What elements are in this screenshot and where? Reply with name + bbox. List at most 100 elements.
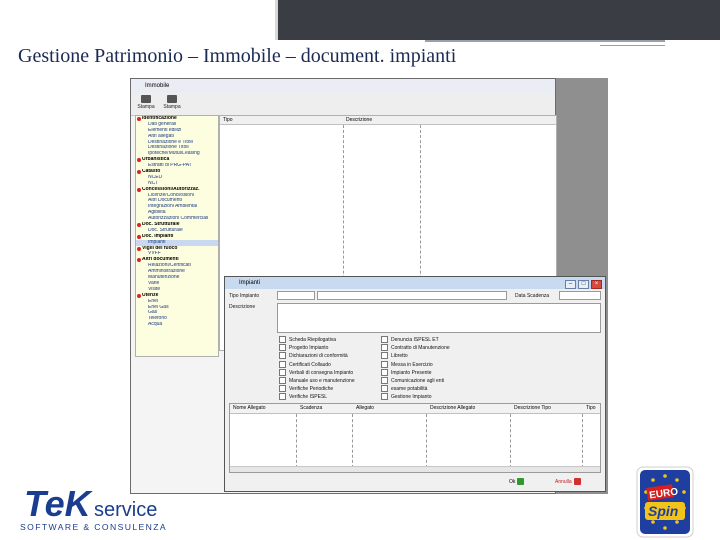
tree-node-icon	[137, 293, 141, 298]
descrizione-textarea[interactable]	[277, 303, 601, 333]
checkbox-option[interactable]: Gestione Impianto	[381, 393, 432, 401]
col-scadenza[interactable]: Scadenza	[300, 405, 322, 411]
checkbox-box[interactable]	[381, 393, 388, 401]
checkbox-option[interactable]: Messa in Esercizio	[381, 360, 433, 368]
data-scadenza-label: Data Scadenza	[515, 293, 550, 299]
checkbox-option[interactable]: Impianto Presente	[381, 368, 432, 376]
checkbox-option[interactable]: Libretto	[381, 352, 408, 360]
grid-header: Tipo Descrizione	[220, 116, 556, 125]
checkbox-label: Progetto Impianto	[289, 345, 329, 352]
checkbox-option[interactable]: Contratto di Manutenzione	[381, 344, 450, 352]
tree-item[interactable]: Acqua	[136, 322, 218, 328]
tree-item-label: Amministrazione	[148, 269, 185, 275]
checkbox-option[interactable]: Progetto Impianto	[279, 344, 329, 352]
tek-logo-mark: TeK	[24, 483, 94, 524]
checkbox-box[interactable]	[381, 360, 388, 368]
checkbox-label: Scheda Riepilogativa	[289, 336, 336, 343]
checkbox-label: Verifiche Periodiche	[289, 386, 334, 393]
print-button[interactable]: Stampa	[135, 95, 157, 113]
checkbox-option[interactable]: esame potabilità	[381, 385, 427, 393]
descrizione-label: Descrizione	[229, 304, 256, 310]
data-scadenza-input[interactable]	[559, 291, 601, 300]
tree-item-label: Telefono	[148, 316, 167, 322]
checkbox-option[interactable]: Verifiche ISPESL	[279, 393, 327, 401]
grid-col-tipo[interactable]: Tipo	[223, 116, 233, 124]
tipo-impianto-input[interactable]	[277, 291, 315, 300]
checkbox-box[interactable]	[279, 344, 286, 352]
table-horizontal-scrollbar[interactable]	[230, 466, 600, 472]
tree-item-label: Visite	[148, 286, 161, 292]
allegati-table-header: Nome Allegato Scadenza Allegato Descrizi…	[230, 404, 600, 414]
app-toolbar: Stampa Stampa	[131, 93, 555, 116]
checkbox-box[interactable]	[279, 377, 286, 384]
tree-item-label: NCT	[148, 180, 159, 186]
checkbox-label: Certificati Collaudo	[289, 361, 331, 368]
checkbox-box[interactable]	[381, 385, 388, 393]
checkbox-label: Impianto Presente	[391, 369, 432, 376]
tree-item-label: Altri allegati	[148, 133, 174, 139]
top-decoration-bar	[275, 0, 720, 40]
checkbox-option[interactable]: Scheda Riepilogativa	[279, 336, 336, 343]
checkbox-box[interactable]	[381, 344, 388, 352]
col-nome-allegato[interactable]: Nome Allegato	[233, 405, 266, 411]
tree-item-label: Altri documenti	[142, 257, 179, 263]
checkbox-box[interactable]	[279, 368, 286, 376]
tree-item-label: Concessioni/Autorizzaz.	[142, 186, 200, 192]
tree-item-label: Catasto	[142, 169, 161, 175]
checkbox-option[interactable]: Comunicazione agli enti	[381, 377, 444, 384]
tree-item-label: Ipoteche/Mutui/Leasing	[148, 151, 200, 157]
tek-logo-service: service	[94, 499, 157, 521]
checkbox-box[interactable]	[381, 368, 388, 376]
eurospin-logo: EURO Spin	[636, 466, 694, 538]
checkbox-option[interactable]: Verifiche Periodiche	[279, 385, 334, 393]
col-tipo[interactable]: Tipo	[586, 405, 596, 411]
tipo-impianto-label: Tipo Impianto	[229, 293, 260, 299]
checkbox-option[interactable]: Verbali di consegna Impianto	[279, 368, 353, 376]
checkbox-option[interactable]: Dichiarazioni di conformità	[279, 352, 348, 360]
tree-item-label: Doc. Strutturale	[148, 227, 183, 233]
printer-icon	[141, 95, 151, 103]
title-divider-line-2	[600, 45, 665, 46]
table-column-divider	[426, 414, 427, 468]
checkbox-box[interactable]	[381, 336, 388, 343]
col-allegato[interactable]: Allegato	[356, 405, 374, 411]
table-column-divider	[582, 414, 583, 468]
checkbox-option[interactable]: Certificati Collaudo	[279, 360, 331, 368]
maximize-button[interactable]: □	[578, 280, 589, 289]
tree-node-icon	[137, 258, 141, 263]
checkbox-box[interactable]	[279, 385, 286, 393]
minimize-button[interactable]: –	[565, 280, 576, 289]
checkbox-box[interactable]	[279, 336, 286, 343]
tree-item-label: NCEU	[148, 174, 163, 180]
navigation-tree[interactable]: Identificazione Dati generali Elementi edi…	[135, 115, 219, 357]
checkbox-option[interactable]: Manuale uso e manutenzione	[279, 377, 355, 384]
tree-node-icon	[137, 117, 141, 121]
tree-item-label: Vigili del fuoco	[142, 245, 178, 251]
grid-col-descrizione[interactable]: Descrizione	[346, 116, 372, 124]
checkbox-label: Denuncia ISPESL ET	[391, 336, 439, 343]
printer-icon	[167, 95, 177, 103]
tree-item-label: Agibilità	[148, 210, 166, 216]
col-descrizione-allegato[interactable]: Descrizione Allegato	[430, 405, 475, 411]
print-preview-button[interactable]: Stampa	[161, 95, 183, 113]
app-title: Immobile	[145, 83, 170, 89]
allegati-table[interactable]: Nome Allegato Scadenza Allegato Descrizi…	[229, 403, 601, 473]
ok-button[interactable]: Ok	[509, 477, 525, 487]
title-divider-line	[425, 40, 665, 42]
tree-item-label: Gas	[148, 310, 158, 316]
checkbox-option[interactable]: Denuncia ISPESL ET	[381, 336, 439, 343]
col-descrizione-tipo[interactable]: Descrizione Tipo	[514, 405, 551, 411]
annulla-button[interactable]: Annulla	[555, 477, 581, 487]
checkbox-box[interactable]	[279, 393, 286, 401]
tree-item-label: Altri Documenti	[148, 198, 182, 204]
tree-item-label: VVFF	[148, 251, 161, 257]
tipo-impianto-description-input[interactable]	[317, 291, 507, 300]
checkbox-box[interactable]	[381, 352, 388, 360]
tree-item-label: Destinazione Titoli	[148, 145, 189, 151]
tree-item-label: Doc. Strutturale	[142, 222, 180, 228]
checkbox-box[interactable]	[381, 377, 388, 384]
close-button[interactable]: ×	[591, 280, 602, 289]
checkbox-label: Messa in Esercizio	[391, 361, 433, 368]
checkbox-box[interactable]	[279, 352, 286, 360]
checkbox-box[interactable]	[279, 360, 286, 368]
